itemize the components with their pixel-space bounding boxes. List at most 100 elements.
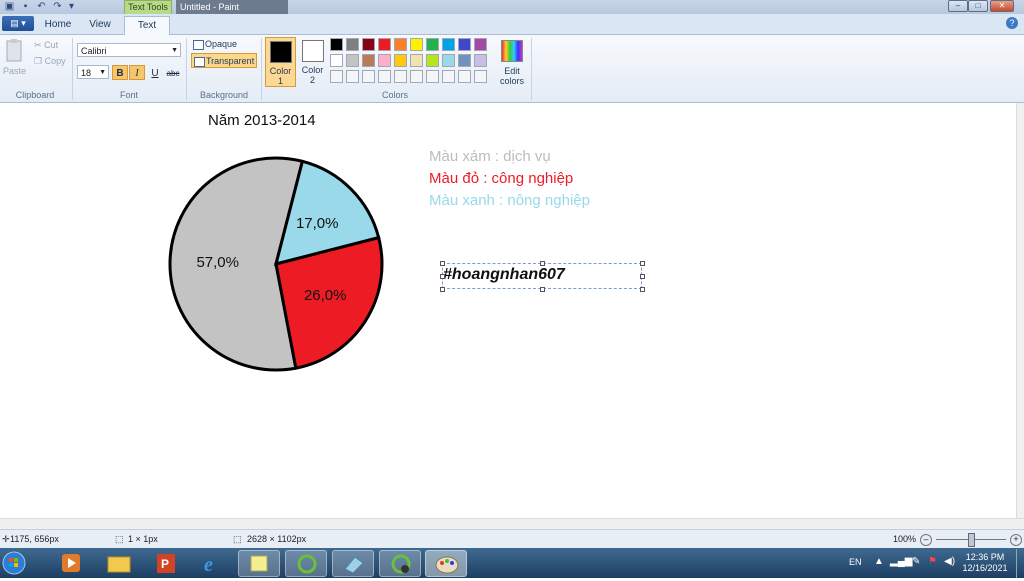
palette-color-swatch[interactable] (474, 38, 487, 51)
palette-color-swatch[interactable] (426, 38, 439, 51)
clipboard-group-label: Clipboard (15, 90, 55, 100)
action-center-icon[interactable]: ⚑ (928, 556, 937, 567)
horizontal-scrollbar[interactable] (0, 518, 1024, 529)
zoom-in-button[interactable]: + (1010, 534, 1022, 546)
underline-button[interactable]: U (147, 65, 163, 80)
bold-button[interactable]: B (112, 65, 128, 80)
taskbar-app-capture[interactable] (379, 550, 421, 577)
resize-handle[interactable] (540, 287, 545, 292)
palette-empty-swatch[interactable] (394, 70, 407, 83)
windows-logo-icon (2, 551, 26, 575)
zoom-slider-thumb[interactable] (968, 533, 975, 547)
resize-handle[interactable] (540, 261, 545, 266)
media-player-icon (62, 554, 80, 572)
palette-color-swatch[interactable] (410, 38, 423, 51)
palette-color-swatch[interactable] (330, 54, 343, 67)
palette-color-swatch[interactable] (426, 54, 439, 67)
redo-icon[interactable]: ↷ (52, 1, 63, 12)
color2-button[interactable]: Color 2 (298, 37, 327, 87)
clock-time: 12:36 PM (965, 552, 1005, 562)
palette-color-swatch[interactable] (346, 54, 359, 67)
edit-colors-label: Edit colors (499, 66, 524, 86)
palette-color-swatch[interactable] (362, 54, 375, 67)
palette-color-swatch[interactable] (474, 54, 487, 67)
opaque-option[interactable]: Opaque (191, 37, 257, 52)
palette-color-swatch[interactable] (442, 54, 455, 67)
customize-toolbar-icon[interactable]: ▾ (66, 1, 77, 12)
palette-color-swatch[interactable] (458, 54, 471, 67)
italic-button[interactable]: I (129, 65, 145, 80)
taskbar-app-green[interactable] (285, 550, 327, 577)
palette-color-swatch[interactable] (410, 54, 423, 67)
palette-color-swatch[interactable] (394, 54, 407, 67)
volume-icon[interactable]: ◀) (944, 556, 955, 567)
transparent-option[interactable]: Transparent (191, 53, 257, 68)
pen-icon[interactable]: ✎ (912, 556, 920, 567)
strikethrough-button[interactable]: abc (165, 65, 181, 80)
edit-colors-button[interactable]: Edit colors (497, 38, 527, 88)
copy-label: Copy (44, 56, 66, 66)
palette-color-swatch[interactable] (458, 38, 471, 51)
paint-palette-icon (435, 556, 459, 574)
resize-handle[interactable] (440, 287, 445, 292)
palette-color-swatch[interactable] (346, 38, 359, 51)
capture-icon (391, 554, 411, 574)
taskbar-powerpoint[interactable]: P (145, 550, 187, 577)
copy-button[interactable]: ❐ Copy (34, 56, 66, 67)
tab-home[interactable]: Home (40, 16, 76, 34)
paint-app-icon[interactable]: ▣ (4, 1, 15, 12)
vertical-scrollbar[interactable] (1016, 103, 1024, 518)
start-button[interactable] (0, 549, 30, 578)
undo-icon[interactable]: ↶ (36, 1, 47, 12)
taskbar-explorer[interactable] (98, 550, 140, 577)
palette-color-swatch[interactable] (378, 38, 391, 51)
show-desktop-button[interactable] (1016, 549, 1024, 578)
hashtag-text[interactable]: #hoangnhan607 (443, 266, 565, 284)
palette-empty-swatch[interactable] (346, 70, 359, 83)
taskbar-paint[interactable] (425, 550, 467, 577)
system-clock[interactable]: 12:36 PM 12/16/2021 (960, 552, 1010, 574)
font-size-select[interactable]: 18 ▼ (77, 65, 109, 79)
palette-empty-swatch[interactable] (442, 70, 455, 83)
close-button[interactable]: ✕ (990, 0, 1014, 12)
palette-color-swatch[interactable] (378, 54, 391, 67)
palette-empty-swatch[interactable] (410, 70, 423, 83)
palette-color-swatch[interactable] (394, 38, 407, 51)
palette-empty-swatch[interactable] (362, 70, 375, 83)
taskbar-media-player[interactable] (50, 550, 92, 577)
taskbar-app-eraser[interactable] (332, 550, 374, 577)
taskbar-sticky-notes[interactable] (238, 550, 280, 577)
show-hidden-icons[interactable]: ▲ (874, 556, 884, 567)
tab-text[interactable]: Text (124, 16, 170, 35)
maximize-button[interactable]: □ (968, 0, 988, 12)
palette-empty-swatch[interactable] (458, 70, 471, 83)
resize-handle[interactable] (640, 274, 645, 279)
drawing-canvas[interactable] (0, 103, 1024, 518)
palette-color-swatch[interactable] (330, 38, 343, 51)
color1-button[interactable]: Color 1 (265, 37, 296, 87)
palette-empty-swatch[interactable] (426, 70, 439, 83)
resize-handle[interactable] (640, 261, 645, 266)
help-icon[interactable]: ? (1006, 17, 1018, 29)
tab-view[interactable]: View (82, 16, 118, 34)
resize-handle[interactable] (640, 287, 645, 292)
zoom-out-button[interactable]: – (920, 534, 932, 546)
palette-empty-swatch[interactable] (474, 70, 487, 83)
palette-empty-swatch[interactable] (378, 70, 391, 83)
paste-button[interactable] (4, 38, 24, 64)
palette-color-swatch[interactable] (362, 38, 375, 51)
language-indicator[interactable]: EN (849, 557, 862, 567)
font-family-select[interactable]: Calibri ▼ (77, 43, 181, 57)
save-icon[interactable]: ▪ (20, 1, 31, 12)
palette-empty-swatch[interactable] (330, 70, 343, 83)
taskbar-internet-explorer[interactable]: e (192, 550, 234, 577)
legend-blue: Màu xanh : nông nghiệp (429, 192, 590, 209)
resize-handle[interactable] (440, 261, 445, 266)
palette-color-swatch[interactable] (442, 38, 455, 51)
colors-group-label: Colors (381, 90, 408, 100)
minimize-button[interactable]: – (948, 0, 968, 12)
cut-button[interactable]: ✂ Cut (34, 40, 58, 51)
network-icon[interactable]: ▂▄▆ (890, 556, 912, 567)
resize-handle[interactable] (440, 274, 445, 279)
file-menu-button[interactable]: ▤ ▾ (2, 16, 34, 31)
